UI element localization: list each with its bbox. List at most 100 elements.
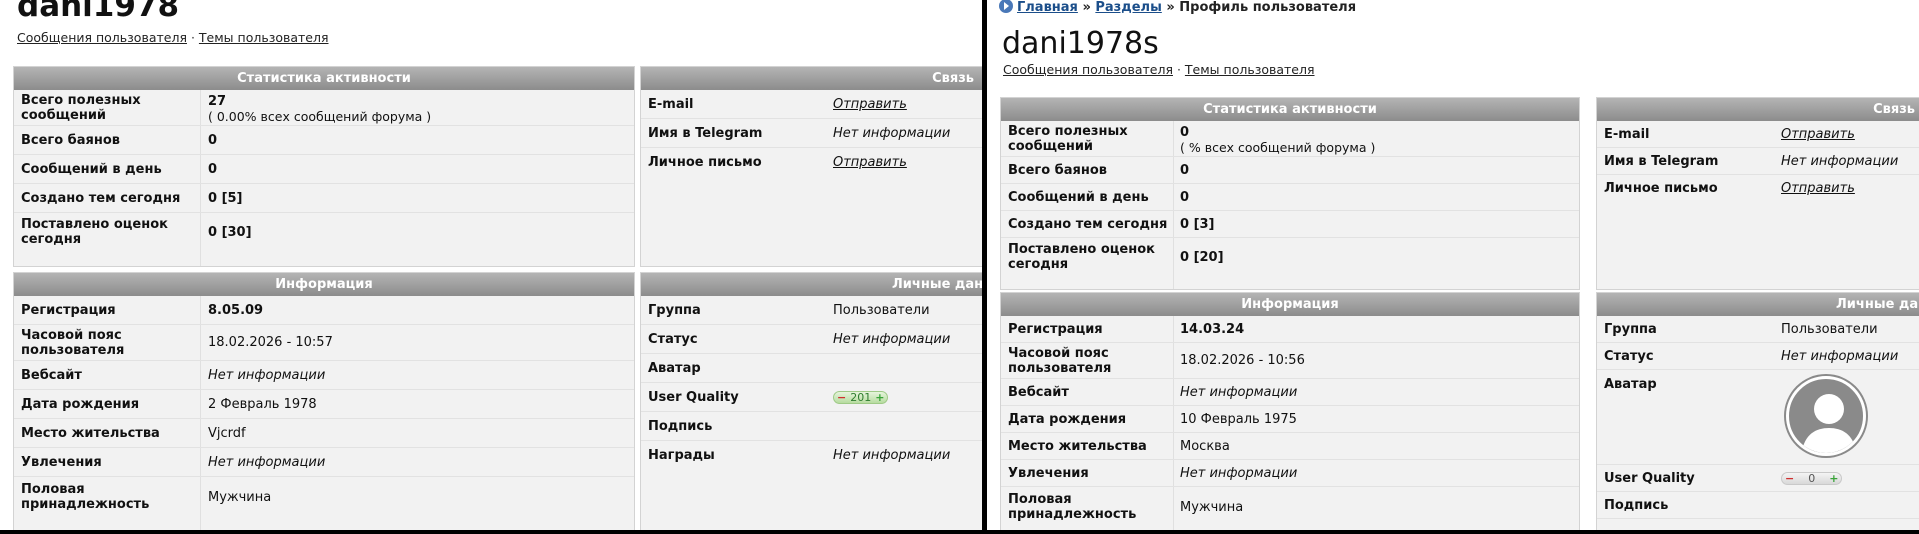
row-value: Нет информации: [208, 454, 326, 470]
activity-stats-block: Статистика активности Всего полезных соо…: [13, 66, 635, 267]
row-value: 0: [208, 161, 218, 177]
info-row: Часовой пояс пользователя 18.02.2026 - 1…: [14, 325, 634, 361]
row-value: Нет информации: [208, 367, 326, 383]
row-label: Половая принадлежность: [21, 482, 150, 512]
link-separator: ·: [190, 30, 195, 45]
personal-row: Статус Нет информации: [641, 325, 982, 354]
row-label: Группа: [648, 302, 701, 318]
user-topics-link[interactable]: Темы пользователя: [199, 30, 329, 45]
user-links: Сообщения пользователя · Темы пользовате…: [1003, 62, 1315, 77]
row-label: E-mail: [648, 96, 694, 112]
row-value: Отправить: [1781, 181, 1855, 196]
rate-up-button[interactable]: +: [1829, 473, 1838, 484]
personal-row: Группа Пользователи: [1597, 316, 1919, 343]
contact-row: Имя в Telegram Нет информации: [1597, 148, 1919, 175]
row-label: Награды: [648, 448, 715, 463]
contact-row: Личное письмо Отправить: [641, 148, 982, 177]
row-label: Дата рождения: [1008, 411, 1127, 427]
stats-row: Всего баянов 0: [1001, 157, 1579, 184]
row-label: Поставлено оценок сегодня: [1008, 242, 1155, 272]
row-value: Нет информации: [1180, 465, 1298, 481]
personal-data-block: Личные данные Группа Пользователи Статус…: [1596, 292, 1919, 530]
user-topics-link[interactable]: Темы пользователя: [1185, 62, 1315, 77]
row-value: 2 Февраль 1978: [208, 396, 317, 412]
row-label: Всего полезных сообщений: [21, 92, 141, 123]
email-send-link[interactable]: Отправить: [1781, 127, 1855, 142]
personal-row: Подпись: [1597, 492, 1919, 519]
personal-row: Подпись: [641, 412, 982, 441]
rating-value: 201: [850, 390, 872, 404]
row-value: 0: [1180, 125, 1190, 140]
private-message-link[interactable]: Отправить: [833, 155, 907, 170]
page-title: dani1978: [17, 0, 180, 24]
personal-row: User Quality − 201 +: [641, 383, 982, 412]
row-label: E-mail: [1604, 126, 1650, 142]
row-label: Регистрация: [1008, 321, 1103, 337]
row-label: Статус: [1604, 348, 1654, 364]
contact-row: E-mail Отправить: [1597, 121, 1919, 148]
info-row: Регистрация 8.05.09: [14, 296, 634, 325]
contact-row: Личное письмо Отправить: [1597, 175, 1919, 202]
user-posts-link[interactable]: Сообщения пользователя: [17, 30, 187, 45]
rate-up-button[interactable]: +: [875, 392, 884, 403]
row-label: Увлечения: [21, 454, 102, 470]
user-posts-link[interactable]: Сообщения пользователя: [1003, 62, 1173, 77]
personal-data-block: Личные данные Группа Пользователи Статус…: [640, 272, 982, 530]
row-label: Увлечения: [1008, 465, 1089, 481]
stats-row: Создано тем сегодня 0 [3]: [1001, 211, 1579, 238]
row-value: Мужчина: [208, 489, 272, 505]
row-value: 0 [30]: [208, 224, 252, 240]
row-value: 8.05.09: [208, 302, 264, 318]
row-label: Сообщений в день: [21, 161, 162, 177]
email-send-link[interactable]: Отправить: [833, 97, 907, 112]
contact-row: Имя в Telegram Нет информации: [641, 119, 982, 148]
info-row: Увлечения Нет информации: [1001, 460, 1579, 487]
breadcrumb-home-link[interactable]: Главная: [1017, 0, 1078, 15]
row-label: Статус: [648, 331, 698, 347]
personal-row: Аватар: [641, 354, 982, 383]
activity-stats-block: Статистика активности Всего полезных соо…: [1000, 97, 1580, 290]
block-header: Связь: [641, 67, 982, 90]
row-value: Отправить: [1781, 127, 1855, 142]
breadcrumb-separator: »: [1082, 0, 1091, 15]
personal-row: Аватар: [1597, 370, 1919, 465]
rate-down-button[interactable]: −: [837, 392, 846, 403]
info-block: Информация Регистрация 8.05.09 Часовой п…: [13, 272, 635, 530]
info-row: Регистрация 14.03.24: [1001, 316, 1579, 343]
row-value: Нет информации: [833, 331, 951, 347]
row-label: User Quality: [648, 389, 739, 405]
row-value: − 0 +: [1781, 471, 1843, 486]
personal-row: Награды Нет информации: [641, 441, 982, 470]
link-separator: ·: [1176, 62, 1181, 77]
row-value: 14.03.24: [1180, 321, 1245, 337]
avatar: [1786, 376, 1866, 456]
arrow-circle-icon: [999, 0, 1013, 13]
row-label: Подпись: [1604, 497, 1669, 513]
row-value: Нет информации: [1781, 348, 1899, 364]
rate-down-button[interactable]: −: [1785, 473, 1794, 484]
breadcrumb: Главная » Разделы » Профиль пользователя: [999, 0, 1356, 15]
user-quality-rating: − 0 +: [1781, 471, 1843, 485]
info-row: Увлечения Нет информации: [14, 448, 634, 477]
block-header: Личные данные: [641, 273, 982, 296]
row-value: Нет информации: [833, 448, 951, 463]
rating-value: 0: [1808, 471, 1816, 485]
stats-row: Поставлено оценок сегодня 0 [20]: [1001, 238, 1579, 276]
breadcrumb-separator: »: [1166, 0, 1175, 15]
row-value: Vjcrdf: [208, 425, 246, 441]
private-message-link[interactable]: Отправить: [1781, 181, 1855, 196]
contact-block: Связь E-mail Отправить Имя в Telegram Не…: [640, 66, 982, 267]
row-label: Сообщений в день: [1008, 189, 1149, 205]
row-label: Всего баянов: [1008, 162, 1108, 178]
left-profile-window: dani1978 Сообщения пользователя · Темы п…: [0, 0, 982, 530]
stats-row: Сообщений в день 0: [14, 155, 634, 184]
personal-row: Группа Пользователи: [641, 296, 982, 325]
breadcrumb-sections-link[interactable]: Разделы: [1095, 0, 1161, 15]
row-value: Пользователи: [833, 302, 930, 318]
block-header: Информация: [1001, 293, 1579, 316]
row-value: 0: [1180, 162, 1190, 178]
stats-row: Всего баянов 0: [14, 126, 634, 155]
stats-row: Создано тем сегодня 0 [5]: [14, 184, 634, 213]
info-row: Половая принадлежность Мужчина: [14, 477, 634, 517]
row-label: Всего полезных сообщений: [1008, 123, 1128, 154]
